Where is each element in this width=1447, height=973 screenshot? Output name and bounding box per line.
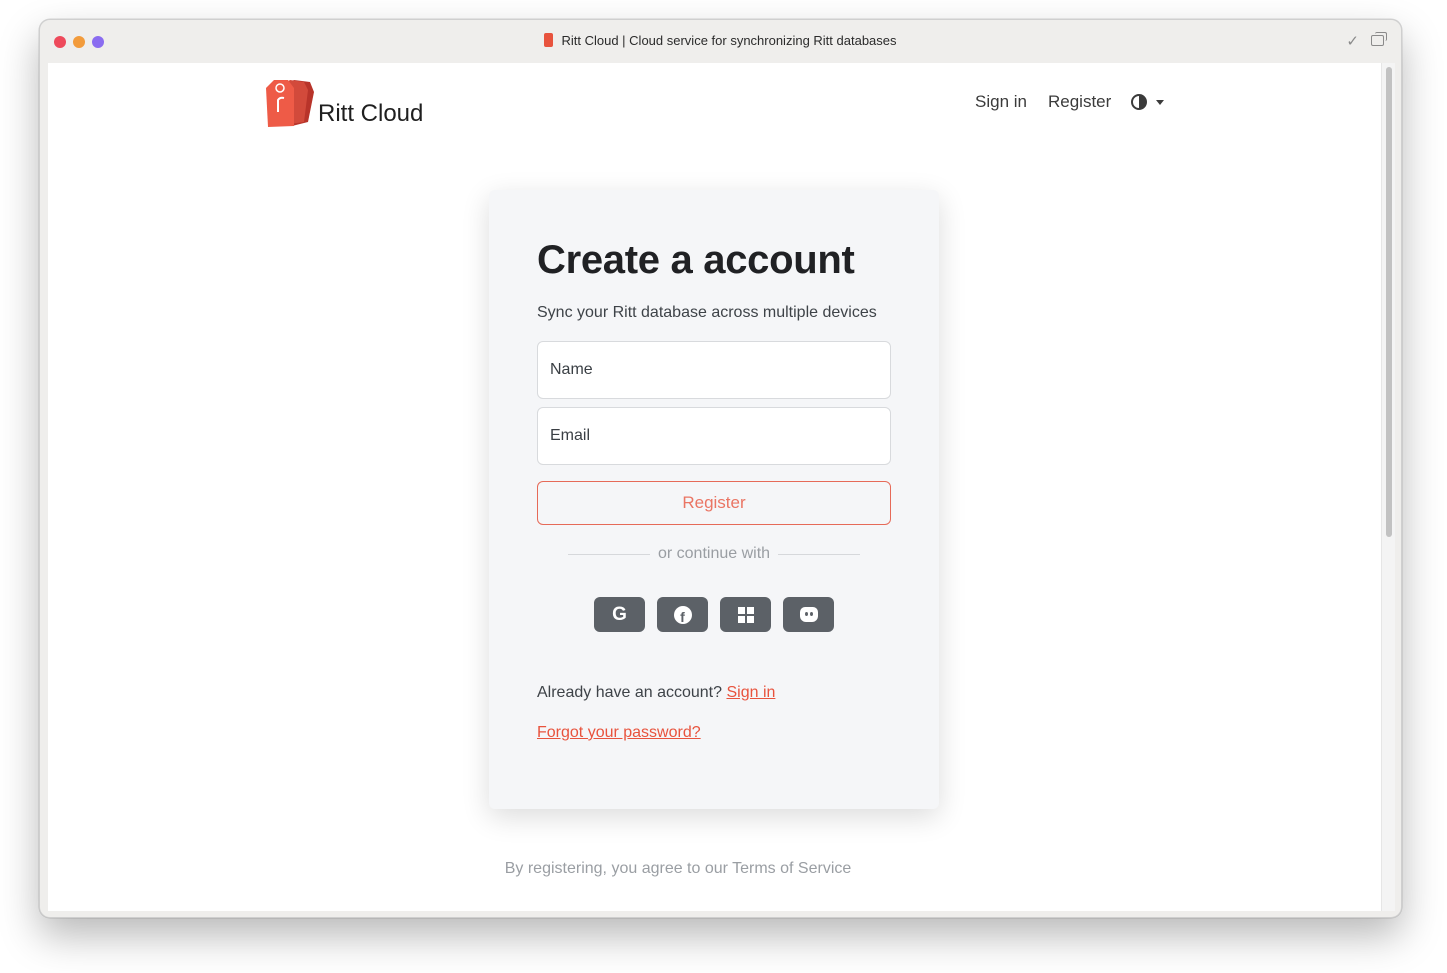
window-title: Ritt Cloud | Cloud service for synchroni…: [561, 33, 897, 48]
google-icon: G: [612, 604, 627, 625]
scrollbar-thumb[interactable]: [1386, 67, 1392, 537]
divider-text: or continue with: [657, 545, 771, 562]
favicon-icon: [544, 33, 554, 47]
discord-icon: [799, 607, 818, 622]
terms-of-service-note: By registering, you agree to our Terms o…: [504, 860, 852, 877]
discord-login-button[interactable]: [783, 597, 834, 632]
brand-name[interactable]: Ritt Cloud: [318, 100, 423, 128]
signin-link[interactable]: Sign in: [726, 684, 775, 701]
theme-toggle-dropdown[interactable]: [1131, 94, 1164, 110]
divider-line-right: [778, 553, 860, 555]
chevron-down-icon: [1156, 99, 1164, 105]
title-bar: Ritt Cloud | Cloud service for synchroni…: [40, 20, 1401, 64]
window-title-area: Ritt Cloud | Cloud service for synchroni…: [40, 33, 1401, 48]
checkmark-icon[interactable]: ✓: [1346, 32, 1359, 50]
forgot-password-link[interactable]: Forgot your password?: [537, 724, 701, 741]
titlebar-controls: ✓: [1346, 32, 1387, 50]
already-text: Already have an account?: [537, 684, 723, 701]
page-subtitle: Sync your Ritt database across multiple …: [537, 304, 877, 321]
browser-window: Ritt Cloud | Cloud service for synchroni…: [39, 19, 1402, 918]
nav-register-link[interactable]: Register: [1048, 92, 1111, 112]
windows-icon: [737, 606, 754, 623]
page-title: Create a account: [537, 238, 855, 282]
nav-signin-link[interactable]: Sign in: [975, 92, 1027, 112]
page-viewport: Ritt Cloud Sign in Register Create a acc…: [48, 63, 1395, 911]
email-field[interactable]: [537, 407, 891, 465]
contrast-icon: [1131, 94, 1147, 110]
tabs-icon[interactable]: [1371, 32, 1387, 46]
ritt-logo-icon[interactable]: [264, 78, 316, 128]
register-card: Create a account Sync your Ritt database…: [489, 190, 939, 809]
already-have-account: Already have an account? Sign in: [537, 684, 775, 702]
name-field[interactable]: [537, 341, 891, 399]
facebook-login-button[interactable]: f: [657, 597, 708, 632]
scrollbar[interactable]: [1381, 63, 1395, 911]
windows-login-button[interactable]: [720, 597, 771, 632]
divider-line-left: [568, 553, 650, 555]
facebook-icon: f: [673, 605, 692, 624]
google-login-button[interactable]: G: [594, 597, 645, 632]
register-button[interactable]: Register: [537, 481, 891, 525]
social-login-buttons: G f: [594, 597, 834, 632]
continue-with-divider: or continue with: [568, 543, 860, 565]
forgot-password-row: Forgot your password?: [537, 724, 701, 742]
